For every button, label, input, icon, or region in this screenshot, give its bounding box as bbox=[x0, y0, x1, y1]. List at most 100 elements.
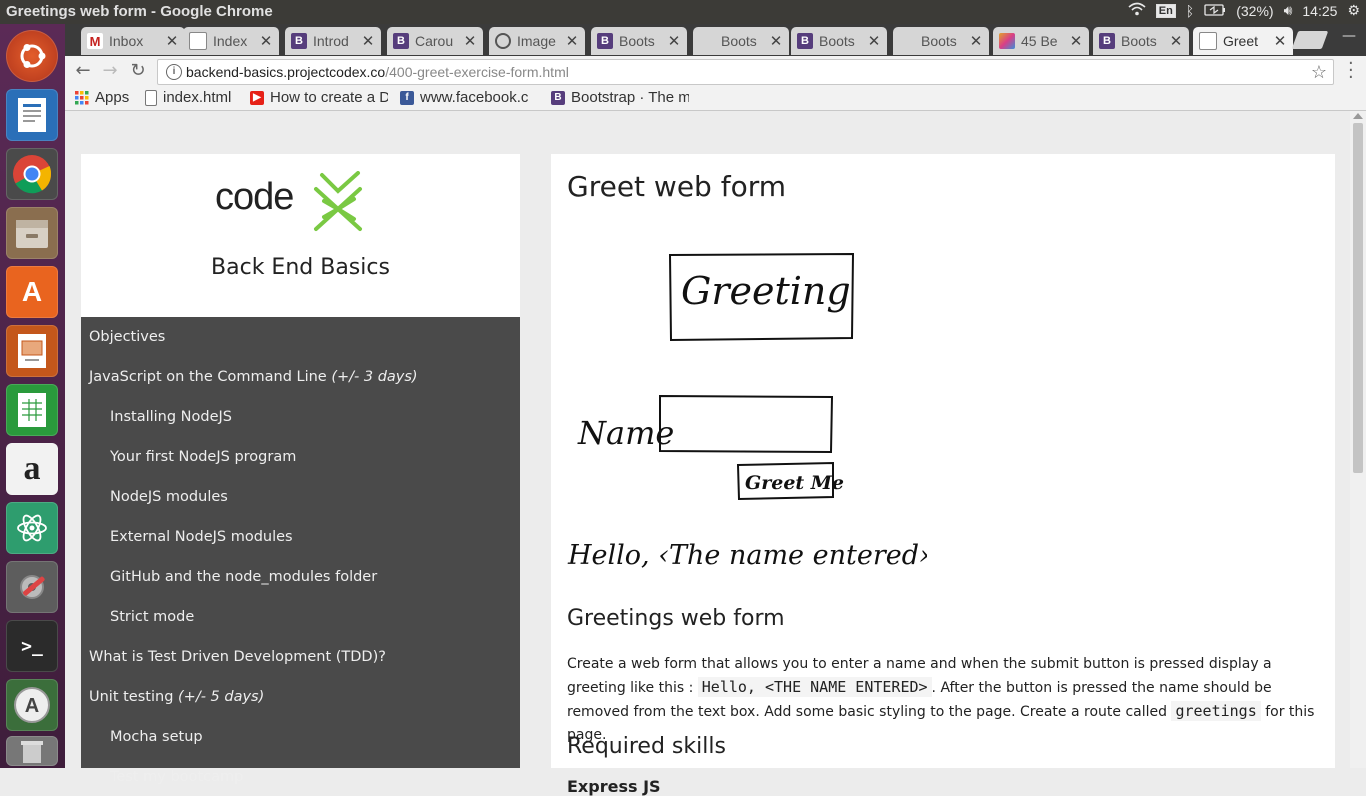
sidebar-logo-panel: code Back End Basics bbox=[81, 154, 520, 317]
address-bar[interactable]: i backend-basics.projectcodex.co/400-gre… bbox=[157, 59, 1334, 85]
tab-index[interactable]: Index ✕ bbox=[183, 27, 279, 55]
scroll-up-arrow-icon[interactable] bbox=[1353, 113, 1363, 119]
apps-grid-icon bbox=[75, 90, 89, 105]
files-icon[interactable] bbox=[6, 207, 58, 259]
close-tab-icon[interactable]: ✕ bbox=[867, 32, 881, 50]
page-scrollbar[interactable] bbox=[1350, 111, 1366, 768]
close-tab-icon[interactable]: ✕ bbox=[1169, 32, 1183, 50]
tab-carou[interactable]: B Carou ✕ bbox=[387, 27, 483, 55]
clock[interactable]: 14:25 bbox=[1302, 3, 1337, 19]
software-updater-icon[interactable]: A bbox=[6, 679, 58, 731]
tab-label: Inbox bbox=[109, 33, 144, 49]
forward-arrow-icon[interactable]: → bbox=[99, 60, 121, 82]
bluetooth-icon[interactable]: ᛒ bbox=[1186, 3, 1194, 19]
reload-icon[interactable]: ↻ bbox=[127, 60, 149, 82]
ubuntu-software-icon[interactable]: A bbox=[6, 266, 58, 318]
bookmark-bootstrap[interactable]: B Bootstrap · The m bbox=[551, 89, 689, 106]
close-tab-icon[interactable]: ✕ bbox=[565, 32, 579, 50]
tab-boots-2[interactable]: Boots ✕ bbox=[693, 27, 789, 55]
main-content: Greet web form Greeting Name Greet Me He… bbox=[551, 154, 1335, 796]
url-text[interactable]: backend-basics.projectcodex.co/400-greet… bbox=[186, 60, 569, 84]
bookmark-facebook[interactable]: f www.facebook.c bbox=[400, 89, 538, 106]
nav-label: Unit testing bbox=[89, 689, 179, 705]
bookmark-apps[interactable]: Apps bbox=[75, 89, 129, 106]
sketch-greet-me-button: Greet Me bbox=[745, 472, 844, 494]
back-arrow-icon[interactable]: ← bbox=[72, 60, 94, 82]
bootstrap-icon: B bbox=[551, 90, 565, 105]
minimize-icon[interactable]: — bbox=[1342, 28, 1356, 44]
settings-gear-icon[interactable]: ⚙ bbox=[1347, 2, 1360, 19]
blank-icon bbox=[899, 33, 915, 49]
system-settings-icon[interactable] bbox=[6, 561, 58, 613]
close-tab-icon[interactable]: ✕ bbox=[463, 32, 477, 50]
tab-inbox[interactable]: M Inbox ✕ bbox=[81, 27, 185, 55]
youtube-icon: ▶ bbox=[250, 90, 264, 105]
url-host: backend-basics.projectcodex.co bbox=[186, 64, 386, 80]
volume-icon[interactable]: 🔊︎ bbox=[1284, 2, 1293, 19]
browser-toolbar: ← → ↻ i backend-basics.projectcodex.co/4… bbox=[65, 55, 1366, 87]
sidebar-item-strict-mode[interactable]: Strict mode bbox=[110, 609, 194, 625]
scroll-thumb[interactable] bbox=[1353, 123, 1363, 473]
tab-introd[interactable]: B Introd ✕ bbox=[285, 27, 381, 55]
nav-label: External NodeJS modules bbox=[110, 529, 293, 545]
close-tab-icon[interactable]: ✕ bbox=[1273, 32, 1287, 50]
page-viewport: code Back End Basics Objectives JavaScri… bbox=[65, 111, 1366, 796]
bookmark-youtube[interactable]: ▶ How to create a D bbox=[250, 89, 388, 106]
bookmark-index-html[interactable]: index.html bbox=[145, 89, 231, 106]
close-tab-icon[interactable]: ✕ bbox=[969, 32, 983, 50]
close-tab-icon[interactable]: ✕ bbox=[361, 32, 375, 50]
info-icon[interactable]: i bbox=[166, 64, 182, 80]
sidebar-item-tdd[interactable]: What is Test Driven Development (TDD)? bbox=[89, 649, 386, 665]
close-tab-icon[interactable]: ✕ bbox=[165, 32, 179, 50]
battery-icon[interactable] bbox=[1204, 3, 1226, 19]
sidebar-item-installing-nodejs[interactable]: Installing NodeJS bbox=[110, 409, 232, 425]
tab-label: Boots bbox=[1121, 33, 1157, 49]
sidebar-item-github-node-modules[interactable]: GitHub and the node_modules folder bbox=[110, 569, 377, 585]
sidebar-item-test-my-bootcamp[interactable]: Test my bootcamp bbox=[110, 769, 243, 785]
close-tab-icon[interactable]: ✕ bbox=[769, 32, 783, 50]
bookmark-label: Bootstrap · The m bbox=[571, 89, 689, 106]
tab-image[interactable]: Image ✕ bbox=[489, 27, 585, 55]
new-tab-button[interactable] bbox=[1291, 31, 1329, 49]
sidebar-item-mocha-setup[interactable]: Mocha setup bbox=[110, 729, 203, 745]
close-tab-icon[interactable]: ✕ bbox=[259, 32, 273, 50]
sidebar-item-unit-testing[interactable]: Unit testing (+/- 5 days) bbox=[89, 689, 264, 705]
close-tab-icon[interactable]: ✕ bbox=[1069, 32, 1083, 50]
sidebar-item-external-nodejs-modules[interactable]: External NodeJS modules bbox=[110, 529, 293, 545]
keyboard-layout-indicator[interactable]: En bbox=[1155, 3, 1176, 18]
atom-icon[interactable] bbox=[6, 502, 58, 554]
sidebar-item-nodejs-modules[interactable]: NodeJS modules bbox=[110, 489, 228, 505]
tab-boots-1[interactable]: B Boots ✕ bbox=[591, 27, 687, 55]
tab-greet-active[interactable]: Greet ✕ bbox=[1193, 27, 1293, 55]
sidebar-item-first-nodejs-program[interactable]: Your first NodeJS program bbox=[110, 449, 296, 465]
sidebar-item-javascript-command-line[interactable]: JavaScript on the Command Line (+/- 3 da… bbox=[89, 369, 418, 385]
terminal-icon[interactable]: >_ bbox=[6, 620, 58, 672]
trash-icon[interactable] bbox=[6, 736, 58, 766]
sidebar-item-objectives[interactable]: Objectives bbox=[89, 329, 165, 345]
codex-logo-text: code bbox=[215, 176, 294, 218]
wifi-icon[interactable] bbox=[1128, 2, 1146, 19]
nav-label: Installing NodeJS bbox=[110, 409, 233, 425]
tab-45-be[interactable]: 45 Be ✕ bbox=[993, 27, 1089, 55]
bookmark-star-icon[interactable]: ☆ bbox=[1311, 60, 1327, 84]
libreoffice-impress-icon[interactable] bbox=[6, 325, 58, 377]
tab-boots-3[interactable]: B Boots ✕ bbox=[791, 27, 887, 55]
codex-x-logo-icon bbox=[314, 171, 362, 231]
tab-boots-5[interactable]: B Boots ✕ bbox=[1093, 27, 1189, 55]
page-icon bbox=[145, 89, 157, 106]
tab-boots-4[interactable]: Boots ✕ bbox=[893, 27, 989, 55]
libreoffice-writer-icon[interactable] bbox=[6, 89, 58, 141]
nav-label: NodeJS modules bbox=[110, 489, 228, 505]
tab-label: Boots bbox=[721, 33, 757, 49]
chrome-menu-icon[interactable]: · · · bbox=[1348, 55, 1354, 87]
ubuntu-dash-icon[interactable] bbox=[6, 30, 58, 82]
google-chrome-icon[interactable] bbox=[6, 148, 58, 200]
course-title: Back End Basics bbox=[211, 255, 390, 280]
libreoffice-calc-icon[interactable] bbox=[6, 384, 58, 436]
skill-express-js: Express JS bbox=[567, 777, 661, 796]
url-path: /400-greet-exercise-form.html bbox=[385, 64, 569, 80]
nav-duration-hint: (+/- 5 days) bbox=[178, 689, 265, 705]
bootstrap-icon: B bbox=[1099, 33, 1115, 49]
amazon-icon[interactable]: a bbox=[6, 443, 58, 495]
close-tab-icon[interactable]: ✕ bbox=[667, 32, 681, 50]
